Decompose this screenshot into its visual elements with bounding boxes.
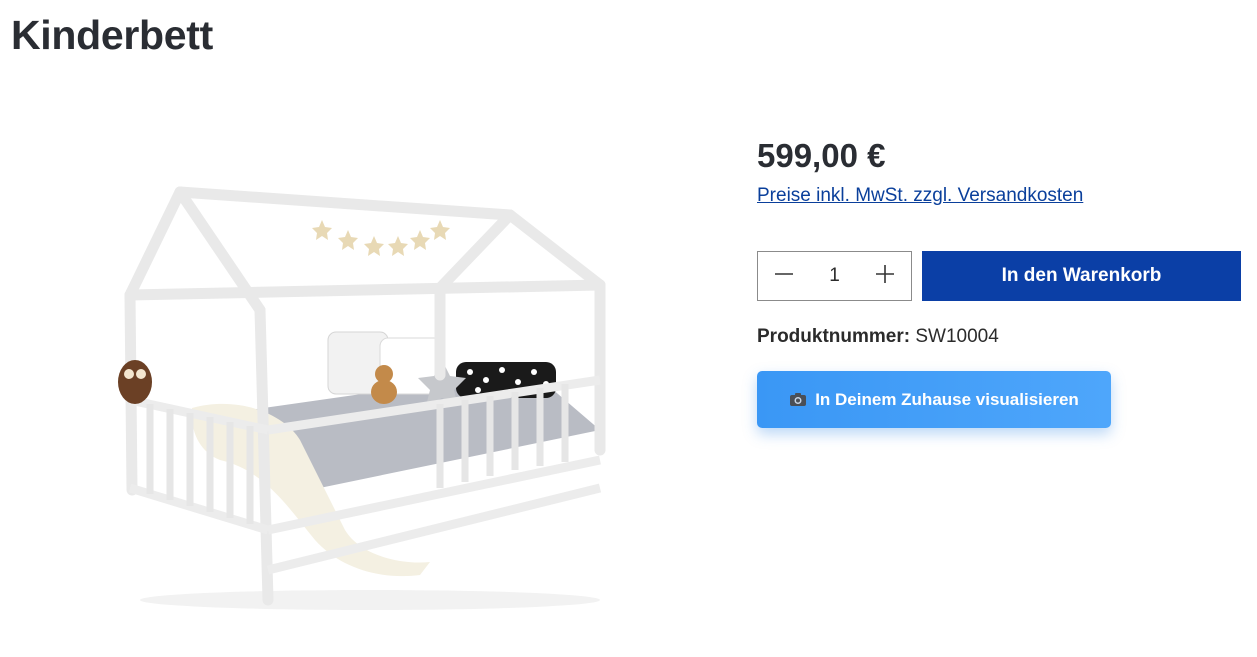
camera-icon <box>789 392 807 407</box>
product-detail-page: Kinderbett 599,00 € Preise inkl. MwSt. z… <box>0 0 1257 657</box>
product-price: 599,00 € <box>757 137 886 174</box>
increase-quantity-button[interactable] <box>859 252 911 300</box>
product-image[interactable] <box>100 170 630 620</box>
product-number-value: SW10004 <box>915 326 999 347</box>
quantity-input[interactable]: 1 <box>810 265 859 287</box>
page-title: Kinderbett <box>11 12 214 58</box>
ar-visualize-label: In Deinem Zuhause visualisieren <box>815 389 1079 409</box>
minus-icon <box>775 265 793 288</box>
plus-icon <box>876 264 894 288</box>
decrease-quantity-button[interactable] <box>758 252 810 300</box>
add-to-cart-button[interactable]: In den Warenkorb <box>922 251 1241 301</box>
ar-visualize-button[interactable]: In Deinem Zuhause visualisieren <box>757 371 1111 428</box>
product-number-label: Produktnummer: <box>757 326 911 347</box>
quantity-stepper[interactable]: 1 <box>757 251 912 301</box>
tax-shipping-link[interactable]: Preise inkl. MwSt. zzgl. Versandkosten <box>757 185 1083 207</box>
product-number: Produktnummer: SW10004 <box>757 326 999 348</box>
